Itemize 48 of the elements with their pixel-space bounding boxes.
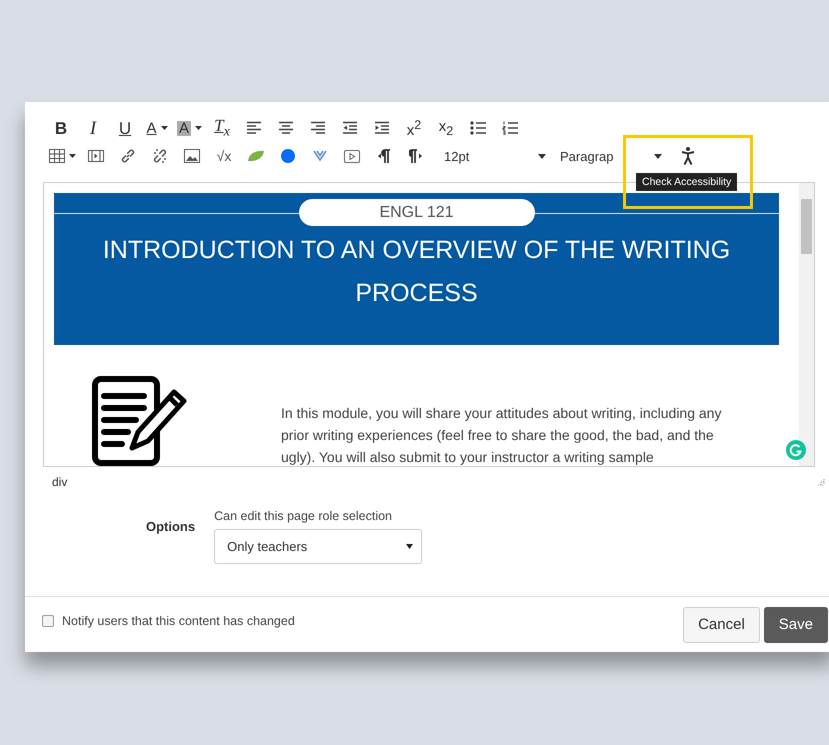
notify-label: Notify users that this content has changed bbox=[62, 614, 295, 628]
cancel-button[interactable]: Cancel bbox=[683, 606, 760, 642]
field-label: Can edit this page role selection bbox=[214, 509, 393, 523]
underline-button[interactable]: U bbox=[113, 117, 137, 139]
accessibility-icon bbox=[681, 147, 695, 165]
options-label: Options bbox=[146, 519, 196, 536]
play-icon bbox=[344, 150, 360, 162]
math-button[interactable]: √x bbox=[212, 145, 236, 167]
paragraph-right-icon bbox=[409, 149, 423, 163]
outdent-icon bbox=[342, 121, 358, 135]
italic-button[interactable]: I bbox=[81, 117, 105, 139]
bullet-list-icon bbox=[470, 121, 486, 135]
module-heading: INTRODUCTION TO AN OVERVIEW OF THE WRITING PROCESS bbox=[102, 235, 732, 309]
align-right-icon bbox=[310, 121, 326, 135]
align-left-icon bbox=[246, 121, 262, 135]
numbered-list-icon bbox=[502, 121, 518, 135]
role-select[interactable]: Only teachers bbox=[214, 529, 422, 564]
film-strip-icon bbox=[88, 150, 104, 162]
bold-button[interactable]: B bbox=[49, 117, 73, 139]
scrollbar[interactable] bbox=[799, 183, 814, 466]
text-color-button[interactable]: A bbox=[145, 117, 169, 139]
image-icon bbox=[184, 149, 200, 163]
block-format-dropdown[interactable]: Paragrap bbox=[560, 145, 662, 167]
caret-icon bbox=[406, 544, 414, 549]
document-pencil-icon bbox=[92, 376, 188, 466]
chevron-down-icon bbox=[313, 150, 327, 162]
tooltip: Check Accessibility bbox=[636, 173, 738, 191]
dot-icon bbox=[281, 149, 295, 163]
align-center-icon bbox=[278, 121, 294, 135]
table-icon bbox=[49, 149, 65, 163]
bg-color-button[interactable]: A bbox=[177, 117, 202, 139]
script-button[interactable]: x$^{2}$ bbox=[402, 117, 426, 139]
font-size-dropdown[interactable]: 12pt bbox=[444, 145, 546, 167]
broken-link-icon bbox=[152, 148, 168, 164]
save-button[interactable]: Save bbox=[764, 606, 828, 642]
course-label: ENGL 121 bbox=[298, 199, 534, 226]
resize-grip-icon[interactable] bbox=[817, 478, 825, 486]
leaf-icon bbox=[247, 150, 265, 162]
notify-checkbox[interactable] bbox=[42, 614, 54, 626]
element-path[interactable]: div bbox=[52, 475, 68, 489]
caret-icon bbox=[654, 154, 662, 158]
clear-format-button[interactable]: T$_{x}$ bbox=[210, 117, 234, 139]
indent-icon bbox=[374, 121, 390, 135]
caret-icon bbox=[538, 154, 546, 158]
link-icon bbox=[120, 148, 136, 164]
script-button[interactable]: x$_{2}$ bbox=[434, 117, 458, 139]
module-description: In this module, you will share your attitudes about writing, including any prior writing experiences (feel free to share the good, the bad, and the ugly). You will also submit to your instructor a writing sample bbox=[281, 404, 722, 466]
paragraph-left-icon bbox=[377, 149, 391, 163]
